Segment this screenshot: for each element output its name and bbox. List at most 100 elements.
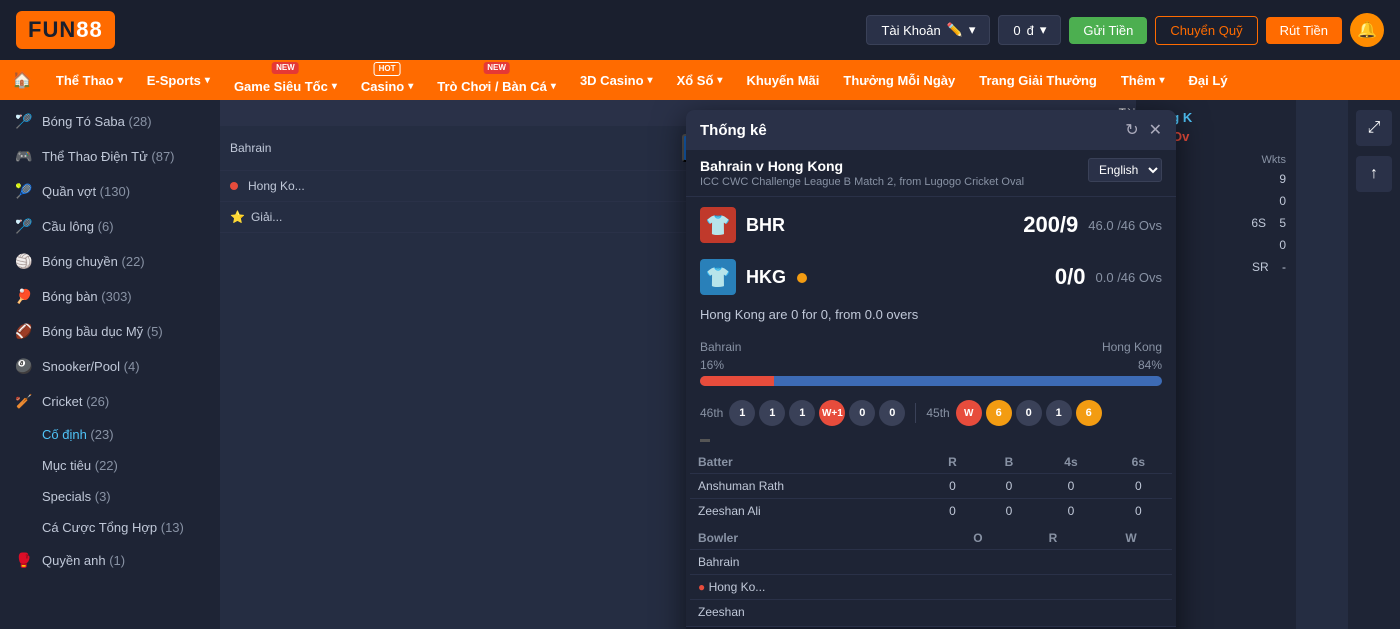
account-button[interactable]: Tài Khoản ✏️ ▾: [866, 15, 990, 45]
bowler-row-bahrain: Bahrain: [690, 550, 1172, 575]
bowler-name-bahrain: Bahrain: [690, 550, 940, 575]
bowler-section: Bowler O R W Bahrain ● Hong Ko...: [686, 525, 1176, 626]
sidebar-item-snooker[interactable]: 🎱 Snooker/Pool (4): [0, 349, 220, 384]
bowler-w-header: W: [1090, 527, 1172, 550]
nav-dai-ly[interactable]: Đại Lý: [1177, 60, 1240, 100]
gutien-button[interactable]: Gửi Tiền: [1069, 17, 1147, 44]
refresh-button[interactable]: ↻: [1125, 120, 1138, 140]
chevron-down-icon: ▾: [717, 75, 722, 86]
bowler-col-header: Bowler: [690, 527, 940, 550]
hkg-shirt: 👕: [700, 259, 736, 295]
batter-6s-2: 0: [1105, 499, 1172, 524]
chevron-down-icon: ▾: [332, 81, 337, 92]
close-button[interactable]: ✕: [1149, 120, 1162, 140]
rutien-button[interactable]: Rút Tiền: [1266, 17, 1342, 44]
hkg-live-dot: [230, 179, 242, 193]
sidebar-item-the-thao-dien-tu[interactable]: 🎮 Thể Thao Điện Tử (87): [0, 139, 220, 174]
nav-thuong-moi-ngay[interactable]: Thưởng Mỗi Ngày: [831, 60, 967, 100]
scroll-indicator: ▬: [686, 434, 1176, 449]
progress-labels: Bahrain Hong Kong: [700, 340, 1162, 354]
account-label: Tài Khoản: [881, 23, 940, 38]
hongkong-pct: 84%: [1138, 358, 1162, 372]
nav-xo-so[interactable]: Xổ Số ▾: [665, 60, 735, 100]
progress-section: Bahrain Hong Kong 16% 84%: [686, 332, 1176, 396]
new-badge-2: NEW: [483, 62, 510, 74]
modal-header: Thống kê ↻ ✕: [686, 110, 1176, 150]
live-text: Hong Kong are 0 for 0, from 0.0 overs: [686, 301, 1176, 332]
ball-6d: 6: [1076, 400, 1102, 426]
chevron-down-icon: ▾: [969, 22, 976, 38]
sidebar-sub-ca-cuoc-tong-hop[interactable]: Cá Cược Tổng Hợp (13): [0, 512, 220, 543]
nav-3d-casino[interactable]: 3D Casino ▾: [568, 60, 665, 100]
sidebar-item-bong-chuyen[interactable]: 🏐 Bóng chuyền (22): [0, 244, 220, 279]
language-select[interactable]: English: [1088, 158, 1162, 182]
stats-modal: Thống kê ↻ ✕ English Bahrain v Hong Kong…: [686, 110, 1176, 629]
team-bhr-row: 👕 BHR 200/9 46.0 /46 Ovs: [686, 197, 1176, 249]
nav: 🏠 Thể Thao ▾ E-Sports ▾ NEW Game Siêu Tố…: [0, 60, 1400, 100]
match-info: English Bahrain v Hong Kong ICC CWC Chal…: [686, 150, 1176, 197]
batter-table: Batter R B 4s 6s Anshuman Rath 0 0 0: [690, 451, 1172, 523]
balance-button[interactable]: 0 đ ▾: [998, 15, 1061, 45]
ball-5: 0: [879, 400, 905, 426]
balance-value: 0: [1013, 23, 1020, 38]
batter-r-1: 0: [924, 474, 981, 499]
r-col-header: R: [924, 451, 981, 474]
modal-actions: ↻ ✕: [1125, 120, 1162, 140]
6s-col-header: 6s: [1105, 451, 1172, 474]
football-icon: 🏈: [14, 323, 34, 340]
hkg-overs: 0.0 /46 Ovs: [1096, 270, 1162, 285]
chevron-down-icon: ▾: [118, 75, 123, 86]
nav-them[interactable]: Thêm ▾: [1109, 60, 1177, 100]
avatar[interactable]: 🔔: [1350, 13, 1384, 47]
sidebar-sub-muc-tieu[interactable]: Mục tiêu (22): [0, 450, 220, 481]
bhr-name: BHR: [746, 215, 1008, 236]
main: 🏸 Bóng Tó Saba (28) 🎮 Thể Thao Điện Tử (…: [0, 100, 1400, 629]
tennis-icon: 🎾: [14, 183, 34, 200]
hkg-score: 0/0: [1026, 264, 1086, 290]
sidebar-item-quan-vot[interactable]: 🎾 Quần vợt (130): [0, 174, 220, 209]
nav-casino[interactable]: HOT Casino ▾: [349, 60, 425, 100]
right-panel: ⤢ ↑: [1348, 100, 1400, 629]
sidebar: 🏸 Bóng Tó Saba (28) 🎮 Thể Thao Điện Tử (…: [0, 100, 220, 629]
chevron-down-icon: ▾: [1160, 75, 1165, 86]
bowler-row-zeesh: Zeeshan: [690, 600, 1172, 625]
over45-label: 45th: [926, 406, 949, 420]
sidebar-sub-co-dinh[interactable]: Cố định (23): [0, 419, 220, 450]
ball-6a: 6: [986, 400, 1012, 426]
over46-section: 46th 1 1 1 W+1 0 0 45th W 6 0 1 6: [686, 396, 1176, 434]
sidebar-item-cricket[interactable]: 🏏 Cricket (26): [0, 384, 220, 419]
batter-section: Batter R B 4s 6s Anshuman Rath 0 0 0: [686, 449, 1176, 525]
scroll-up-button[interactable]: ↑: [1356, 156, 1392, 192]
bowler-name-hkg: ● Hong Ko...: [690, 575, 940, 600]
bowler-row-hkg: ● Hong Ko...: [690, 575, 1172, 600]
sidebar-item-cau-long[interactable]: 🏸 Cầu lông (6): [0, 209, 220, 244]
batter-r-2: 0: [924, 499, 981, 524]
sidebar-item-bong-to-saba[interactable]: 🏸 Bóng Tó Saba (28): [0, 104, 220, 139]
ball-1: 1: [729, 400, 755, 426]
nav-game-sieu-toc[interactable]: NEW Game Siêu Tốc ▾: [222, 60, 349, 100]
bhr-shirt: 👕: [700, 207, 736, 243]
batter-b-2: 0: [981, 499, 1038, 524]
sidebar-sub-specials[interactable]: Specials (3): [0, 481, 220, 512]
nav-khuyen-mai[interactable]: Khuyến Mãi: [734, 60, 831, 100]
over46-label: 46th: [700, 406, 723, 420]
nav-trang-giai-thuong[interactable]: Trang Giải Thưởng: [967, 60, 1109, 100]
sidebar-item-bong-bau-duc[interactable]: 🏈 Bóng bầu dục Mỹ (5): [0, 314, 220, 349]
ball-6c: 1: [1046, 400, 1072, 426]
nav-the-thao[interactable]: Thể Thao ▾: [44, 60, 135, 100]
tabletennis-icon: 🏓: [14, 288, 34, 305]
chuyenquy-button[interactable]: Chuyển Quỹ: [1155, 16, 1257, 45]
ball-2: 1: [759, 400, 785, 426]
sidebar-item-quyen-anh[interactable]: 🥊 Quyền anh (1): [0, 543, 220, 578]
expand-button[interactable]: ⤢: [1356, 110, 1392, 146]
snooker-icon: 🎱: [14, 358, 34, 375]
progress-fill-bahrain: [700, 376, 774, 386]
nav-tro-choi[interactable]: NEW Trò Chơi / Bàn Cá ▾: [425, 60, 568, 100]
bahrain-pct: 16%: [700, 358, 724, 372]
bong-to-icon: 🏸: [14, 113, 34, 130]
sidebar-item-bong-ban[interactable]: 🏓 Bóng bàn (303): [0, 279, 220, 314]
modal-title: Thống kê: [700, 122, 767, 139]
nav-home[interactable]: 🏠: [0, 60, 44, 100]
nav-e-sports[interactable]: E-Sports ▾: [135, 60, 222, 100]
batter-4s-1: 0: [1037, 474, 1104, 499]
